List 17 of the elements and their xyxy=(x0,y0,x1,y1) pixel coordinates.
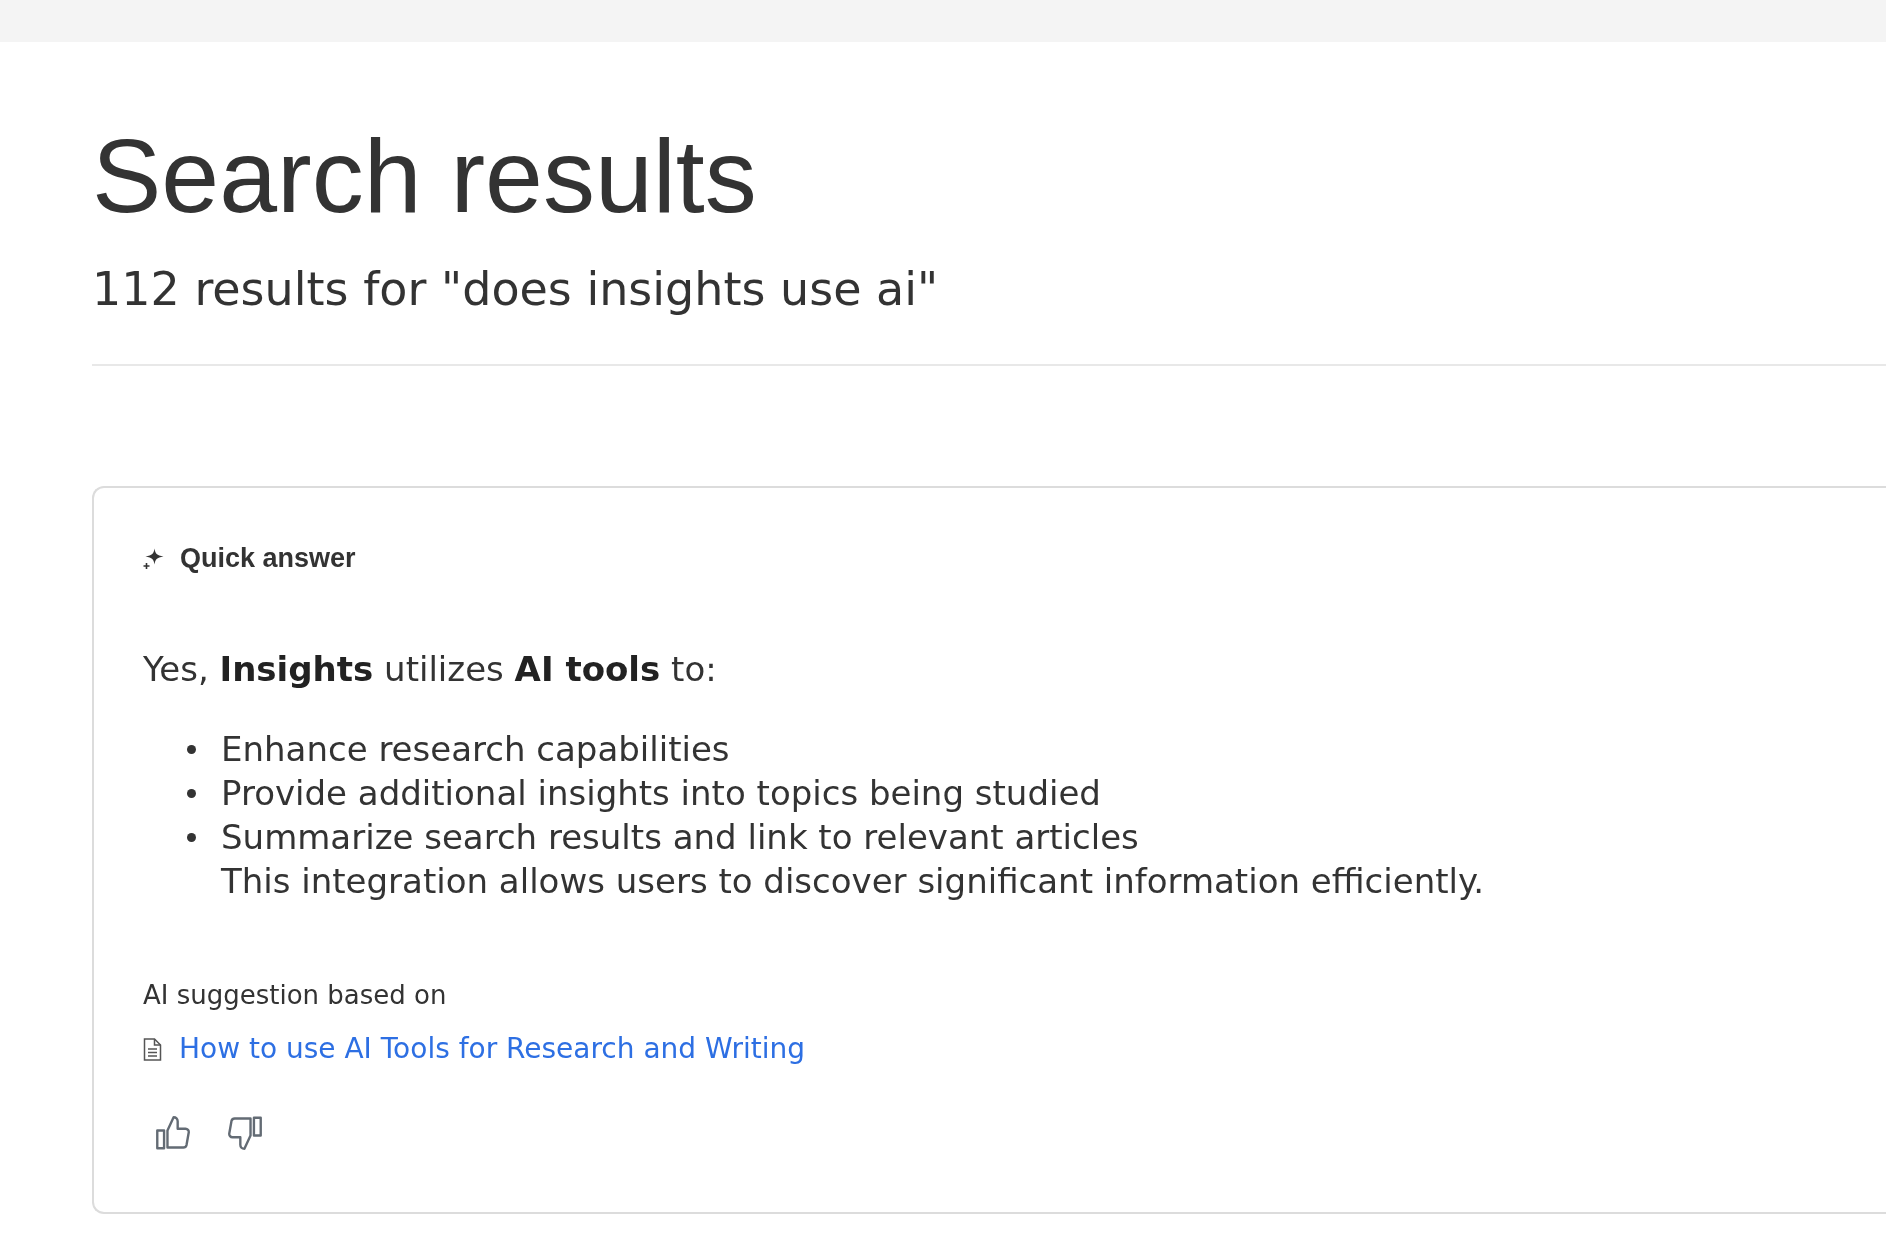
answer-intro: Yes, Insights utilizes AI tools to: xyxy=(143,648,718,691)
answer-summary: This integration allows users to discover significant information efficiently. xyxy=(221,860,1486,903)
quick-answer-heading: Quick answer xyxy=(180,542,356,574)
answer-bullet: Summarize search results and link to relevant articles xyxy=(221,816,1139,859)
bullet-icon xyxy=(187,744,196,754)
results-summary: 112 results for "does insights use ai" xyxy=(92,264,940,314)
source-link[interactable]: How to use AI Tools for Research and Writing xyxy=(179,1031,805,1067)
thumbs-up-icon xyxy=(156,1116,190,1150)
answer-bullet: Enhance research capabilities xyxy=(221,728,730,771)
bullet-icon xyxy=(187,788,196,798)
document-icon xyxy=(143,1037,162,1061)
sparkle-icon xyxy=(143,547,164,569)
thumbs-down-icon xyxy=(228,1116,262,1150)
page-title: Search results xyxy=(92,124,758,228)
answer-bullet: Provide additional insights into topics being studied xyxy=(221,772,1101,815)
bullet-icon xyxy=(187,832,196,842)
sources-label: AI suggestion based on xyxy=(143,979,448,1011)
